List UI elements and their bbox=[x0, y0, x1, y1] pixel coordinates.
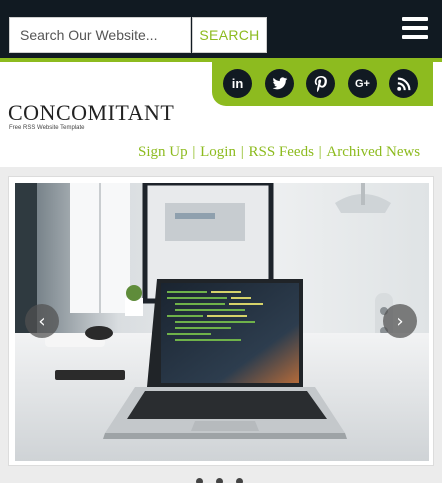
login-link[interactable]: Login bbox=[200, 144, 236, 160]
archived-news-link[interactable]: Archived News bbox=[326, 144, 420, 160]
linkedin-icon[interactable]: in bbox=[223, 69, 252, 98]
link-separator: | bbox=[236, 144, 248, 160]
image-slider: ‹ › bbox=[8, 176, 434, 466]
site-logo[interactable]: CONCOMITANT bbox=[8, 100, 174, 126]
slide-image bbox=[15, 183, 429, 461]
slider-dot[interactable] bbox=[196, 478, 203, 483]
rss-feeds-link[interactable]: RSS Feeds bbox=[248, 144, 313, 160]
link-separator: | bbox=[188, 144, 200, 160]
chevron-right-icon[interactable]: › bbox=[383, 304, 417, 338]
search-button[interactable]: SEARCH bbox=[192, 17, 267, 53]
sign-up-link[interactable]: Sign Up bbox=[138, 144, 188, 160]
rss-icon[interactable] bbox=[389, 69, 418, 98]
twitter-icon[interactable] bbox=[265, 69, 294, 98]
laptop-on-desk-photo bbox=[15, 183, 429, 461]
hamburger-icon[interactable] bbox=[402, 17, 430, 39]
account-links: Sign Up | Login | RSS Feeds | Archived N… bbox=[138, 144, 434, 161]
link-separator: | bbox=[314, 144, 326, 160]
search-input[interactable] bbox=[9, 17, 191, 53]
slider-dots bbox=[196, 478, 256, 483]
site-tagline: Free RSS Website Template bbox=[9, 125, 85, 131]
social-icons-panel: in G+ bbox=[212, 62, 433, 106]
google-plus-icon[interactable]: G+ bbox=[348, 69, 377, 98]
slider-dot[interactable] bbox=[236, 478, 243, 483]
pinterest-icon[interactable] bbox=[306, 69, 335, 98]
chevron-left-icon[interactable]: ‹ bbox=[25, 304, 59, 338]
top-bar: SEARCH bbox=[0, 0, 442, 58]
slider-dot[interactable] bbox=[216, 478, 223, 483]
